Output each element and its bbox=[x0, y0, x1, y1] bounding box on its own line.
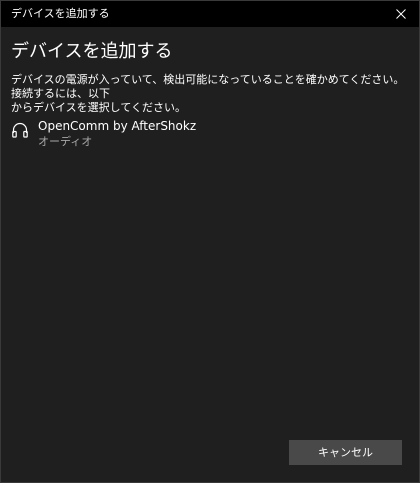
instructions-line-1: デバイスの電源が入っていて、検出可能になっていることを確かめてください。接続する… bbox=[11, 73, 405, 100]
instructions-text: デバイスの電源が入っていて、検出可能になっていることを確かめてください。接続する… bbox=[11, 73, 411, 115]
device-type: オーディオ bbox=[38, 135, 93, 148]
title-bar: デバイスを追加する bbox=[1, 1, 419, 27]
close-button[interactable] bbox=[383, 1, 419, 27]
add-device-dialog: デバイスを追加する デバイスを追加する デバイスの電源が入っていて、検出可能にな… bbox=[0, 0, 420, 483]
window-title: デバイスを追加する bbox=[11, 7, 110, 20]
cancel-button[interactable]: キャンセル bbox=[289, 440, 402, 465]
page-title: デバイスを追加する bbox=[11, 41, 173, 62]
headphones-icon bbox=[12, 122, 28, 138]
device-list-item[interactable]: OpenComm by AfterShokz オーディオ bbox=[9, 116, 269, 152]
device-name: OpenComm by AfterShokz bbox=[38, 119, 197, 133]
instructions-line-2: からデバイスを選択してください。 bbox=[11, 101, 187, 114]
close-icon bbox=[396, 9, 406, 19]
